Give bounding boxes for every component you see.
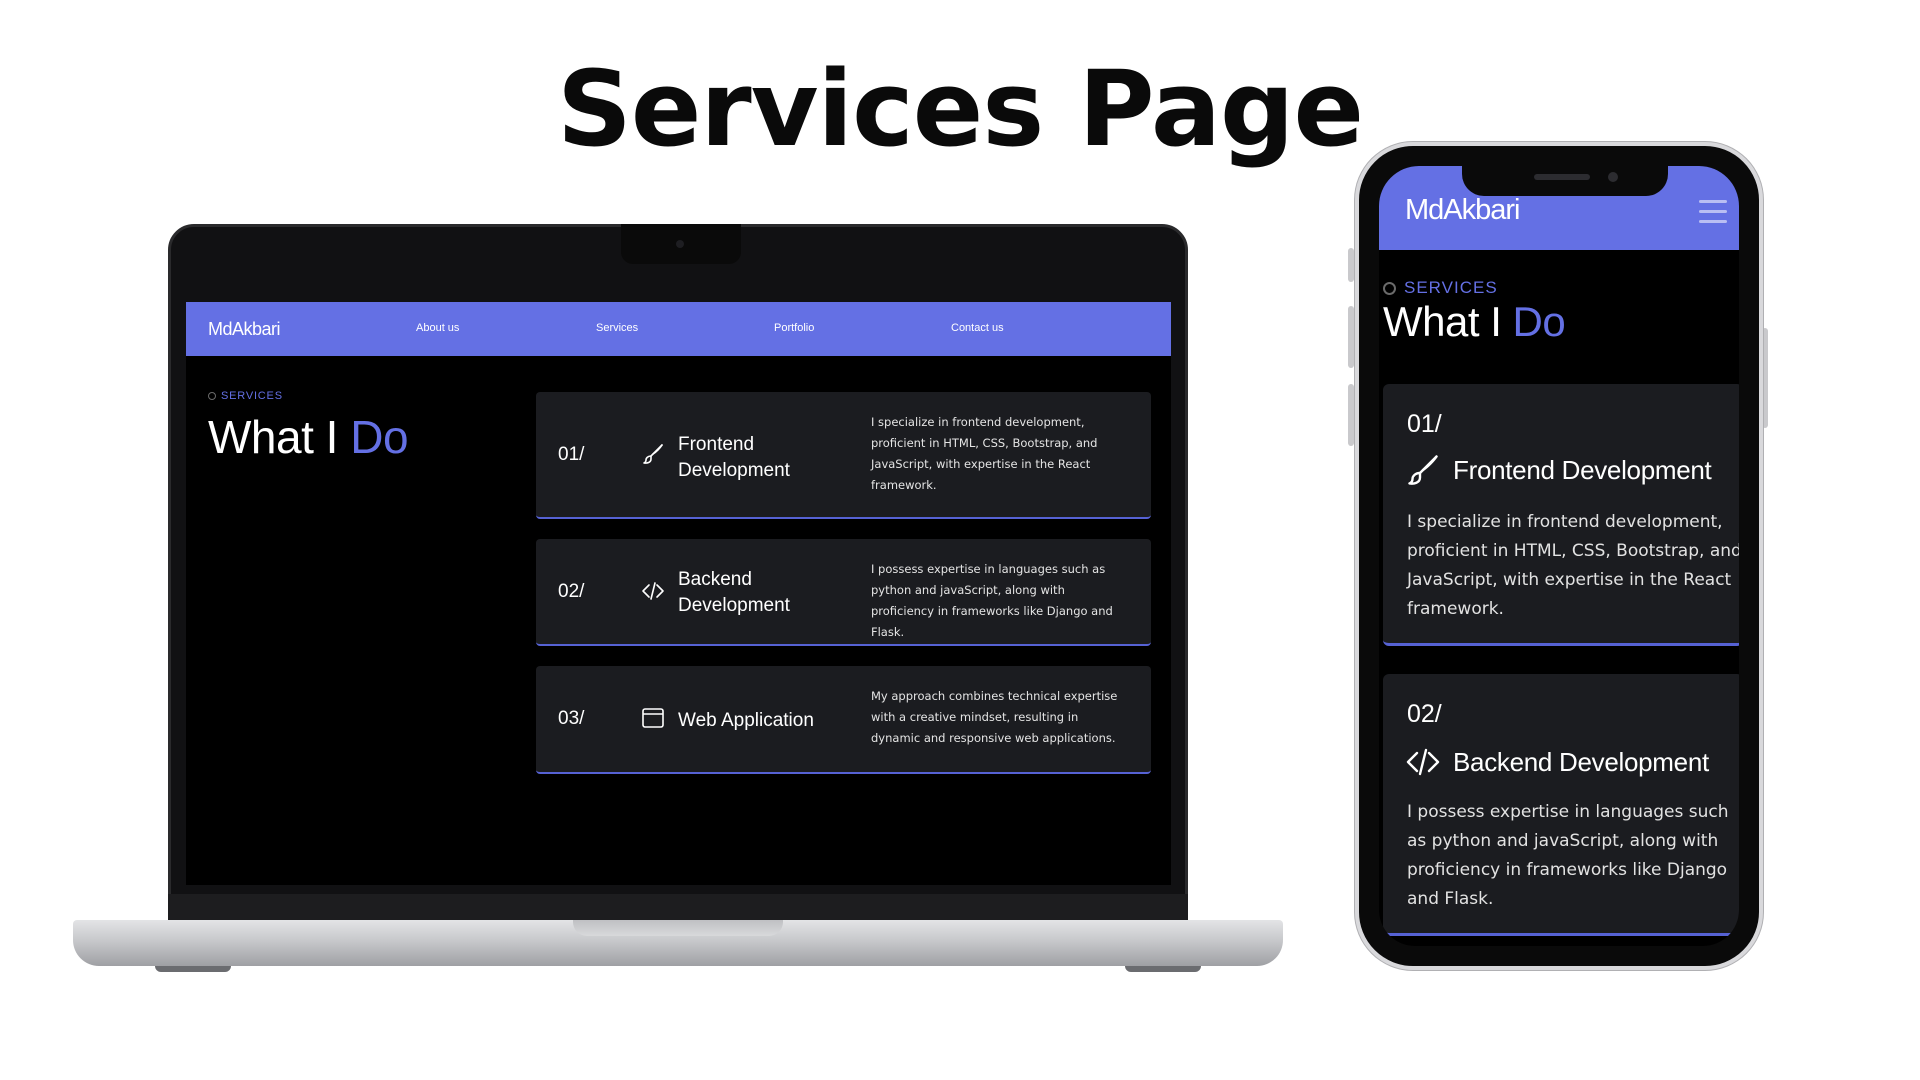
heading-accent: Do bbox=[350, 411, 409, 463]
ring-icon bbox=[208, 392, 216, 400]
service-title: Frontend Development bbox=[678, 434, 790, 481]
desktop-screen: MdAkbari About us Services Portfolio Con… bbox=[186, 302, 1171, 885]
ring-icon bbox=[1383, 281, 1396, 295]
phone-mockup: MdAkbari SERVICES What I Do 01/ Frontend… bbox=[1355, 142, 1763, 970]
service-number: 02/ bbox=[558, 581, 585, 602]
service-card-frontend[interactable]: 01/ Frontend Development I specialize in… bbox=[536, 392, 1151, 519]
service-description: I possess expertise in languages such as… bbox=[871, 562, 1113, 639]
service-title: Backend Development bbox=[678, 569, 790, 616]
section-heading: What I Do bbox=[1383, 298, 1566, 345]
service-number: 02/ bbox=[1407, 700, 1442, 728]
service-title-row: Frontend Development bbox=[1405, 452, 1712, 488]
phone-notch bbox=[1462, 166, 1668, 196]
service-title: Web Application bbox=[678, 710, 814, 731]
service-card-backend[interactable]: 02/ Backend Development I possess expert… bbox=[536, 539, 1151, 646]
section-tag: SERVICES bbox=[208, 390, 283, 402]
heading-accent: Do bbox=[1512, 298, 1566, 345]
laptop-mockup: MdAkbari About us Services Portfolio Con… bbox=[168, 224, 1188, 924]
section-tag: SERVICES bbox=[1383, 278, 1498, 298]
section-tag-label: SERVICES bbox=[1404, 278, 1498, 297]
service-description: I specialize in frontend development, pr… bbox=[871, 415, 1098, 492]
code-icon bbox=[1406, 748, 1440, 776]
nav-link-about[interactable]: About us bbox=[416, 322, 459, 334]
service-number: 01/ bbox=[1407, 410, 1442, 438]
nav-link-portfolio[interactable]: Portfolio bbox=[774, 322, 814, 334]
service-number: 01/ bbox=[558, 444, 585, 465]
mobile-screen: MdAkbari SERVICES What I Do 01/ Frontend… bbox=[1379, 166, 1739, 946]
section-heading: What I Do bbox=[208, 411, 409, 463]
brush-icon bbox=[643, 444, 663, 464]
service-title: Backend Development bbox=[1453, 746, 1709, 777]
service-description: My approach combines technical expertise… bbox=[871, 689, 1118, 745]
brush-icon bbox=[1408, 455, 1438, 485]
service-number: 03/ bbox=[558, 708, 585, 729]
site-logo[interactable]: MdAkbari bbox=[1405, 194, 1520, 227]
nav-link-contact[interactable]: Contact us bbox=[951, 322, 1004, 334]
desktop-navbar: MdAkbari About us Services Portfolio Con… bbox=[186, 302, 1171, 356]
service-title-row: Backend Development bbox=[1405, 744, 1709, 780]
code-icon bbox=[642, 582, 664, 600]
service-card-webapp[interactable]: 03/ Web Application My approach combines… bbox=[536, 666, 1151, 774]
site-logo[interactable]: MdAkbari bbox=[208, 319, 281, 340]
phone-silent-switch bbox=[1348, 248, 1354, 282]
service-title: Frontend Development bbox=[1453, 454, 1712, 485]
service-card-frontend[interactable]: 01/ Frontend Development I specialize in… bbox=[1383, 384, 1739, 646]
phone-volume-up bbox=[1348, 306, 1354, 368]
nav-link-services[interactable]: Services bbox=[596, 322, 638, 334]
service-card-backend[interactable]: 02/ Backend Development I possess expert… bbox=[1383, 674, 1739, 936]
hamburger-menu-icon[interactable] bbox=[1699, 200, 1727, 224]
service-description: I specialize in frontend development, pr… bbox=[1407, 512, 1739, 619]
service-description: I possess expertise in languages such as… bbox=[1407, 802, 1729, 909]
laptop-base bbox=[73, 920, 1283, 966]
browser-window-icon bbox=[642, 708, 664, 728]
laptop-camera-notch bbox=[621, 224, 741, 264]
phone-volume-down bbox=[1348, 384, 1354, 446]
section-tag-label: SERVICES bbox=[221, 390, 283, 402]
